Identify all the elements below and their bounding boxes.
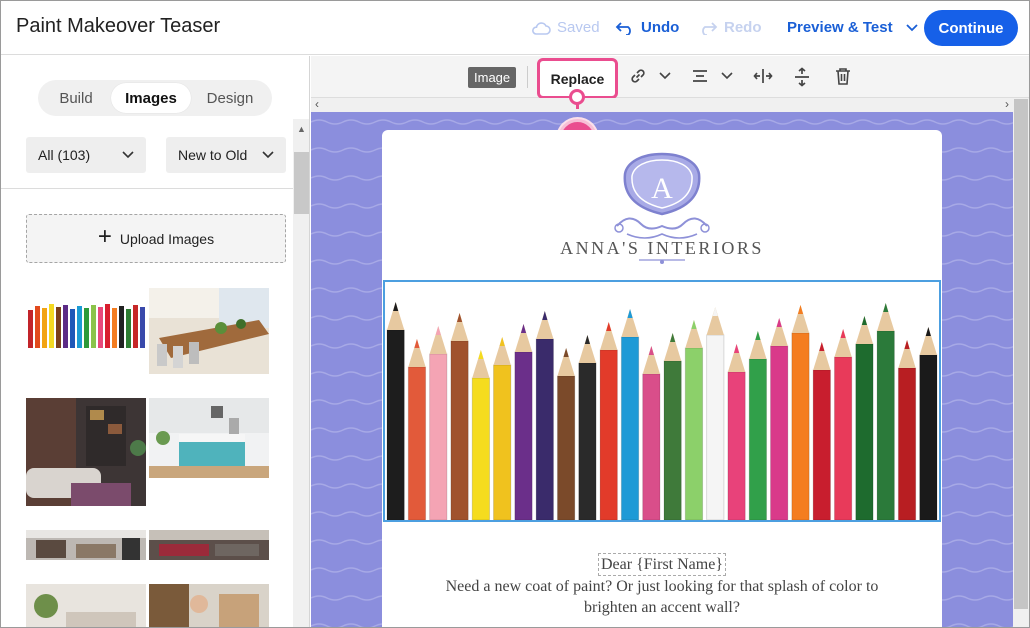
brand-name: ANNA'S INTERIORS: [560, 238, 764, 258]
body-line-1: Need a new coat of paint? Or just lookin…: [445, 578, 879, 595]
chevron-down-icon: [659, 72, 671, 80]
scroll-left-icon[interactable]: ‹: [315, 97, 319, 111]
upload-label: Upload Images: [119, 230, 215, 247]
images-panel: Build Images Design All (103) New to Old…: [1, 56, 310, 628]
link-icon: [631, 69, 645, 83]
pencil: [833, 329, 853, 520]
pencil: [407, 339, 427, 520]
pencil: [578, 335, 597, 520]
chevron-down-icon: [721, 72, 733, 80]
tab-images[interactable]: Images: [111, 83, 191, 113]
pencil: [556, 348, 576, 520]
height-icon: [795, 67, 809, 87]
image-thumb-living-room[interactable]: [26, 398, 146, 506]
pencil: [812, 342, 831, 520]
pencil: [450, 313, 469, 520]
pencil: [791, 305, 810, 520]
undo-button[interactable]: Undo: [615, 19, 679, 36]
panel-tabs: Build Images Design: [38, 80, 272, 116]
align-center-icon: [693, 70, 707, 82]
pencil: [919, 327, 938, 520]
image-thumb-pencils[interactable]: [26, 296, 146, 348]
sort-select[interactable]: New to Old: [166, 137, 286, 173]
width-icon: [753, 69, 773, 83]
callout-anchor-dot: [569, 89, 585, 105]
toolbar-separator: [527, 66, 528, 88]
top-header: Paint Makeover Teaser Saved Undo Redo Pr…: [1, 1, 1029, 55]
pencil: [386, 302, 405, 520]
preview-label: Preview & Test: [787, 19, 893, 36]
undo-label: Undo: [641, 19, 680, 36]
saved-label: Saved: [557, 19, 600, 36]
cloud-icon: [532, 21, 551, 35]
align-button[interactable]: [691, 67, 733, 85]
redo-button[interactable]: Redo: [698, 19, 762, 36]
filter-all-select[interactable]: All (103): [26, 137, 146, 173]
scroll-right-icon[interactable]: ›: [1005, 97, 1009, 111]
body-line-2: brighten an accent wall?: [584, 599, 740, 616]
pencil: [770, 318, 789, 520]
colored-pencils-image: [385, 282, 939, 520]
image-thumb-room-3[interactable]: [26, 530, 146, 560]
crest-letter: A: [651, 172, 673, 205]
panel-scroll-thumb[interactable]: [294, 152, 309, 214]
app-window: Paint Makeover Teaser Saved Undo Redo Pr…: [0, 0, 1030, 628]
pencil: [748, 331, 768, 520]
chevron-down-icon: [122, 151, 134, 159]
logo-block[interactable]: A ANNA'S INTERIORS: [382, 130, 942, 278]
tab-design[interactable]: Design: [191, 83, 269, 113]
hero-image-selected[interactable]: [383, 280, 941, 522]
sort-label: New to Old: [178, 147, 248, 163]
image-thumb-room-5[interactable]: [26, 584, 146, 628]
preview-test-button[interactable]: Preview & Test: [787, 19, 919, 36]
saved-status: Saved: [531, 19, 600, 36]
pencil: [855, 316, 874, 520]
upload-images-button[interactable]: + Upload Images: [26, 214, 286, 263]
scroll-up-icon[interactable]: ▲: [293, 121, 309, 137]
image-thumb-bedroom[interactable]: [149, 398, 269, 478]
chevron-down-icon: [262, 151, 274, 159]
panel-divider: [1, 188, 293, 189]
tab-build[interactable]: Build: [41, 83, 111, 113]
image-thumb-room-4[interactable]: [149, 530, 269, 560]
delete-button[interactable]: [835, 67, 851, 85]
continue-button[interactable]: Continue: [924, 10, 1018, 46]
pencil: [727, 344, 746, 520]
pencil: [876, 303, 895, 520]
undo-icon: [615, 21, 631, 35]
canvas-scroll-thumb[interactable]: [1014, 99, 1028, 609]
pencil: [599, 322, 618, 520]
horizontal-scrollbar[interactable]: ‹ ›: [311, 97, 1029, 112]
email-text-block[interactable]: Dear {First Name} Need a new coat of pai…: [382, 553, 942, 618]
pencil: [471, 350, 491, 520]
pencil: [535, 311, 554, 520]
width-button[interactable]: [753, 67, 773, 85]
link-button[interactable]: [629, 67, 671, 85]
pencil: [620, 309, 640, 520]
chevron-down-icon: [905, 23, 918, 31]
pencil: [684, 320, 704, 520]
pencil: [706, 307, 725, 520]
filter-all-label: All (103): [38, 147, 91, 163]
pencil: [642, 346, 661, 520]
element-type-tag: Image: [468, 67, 517, 88]
trash-icon: [836, 68, 850, 85]
page-title: Paint Makeover Teaser: [16, 15, 221, 37]
pencil: [429, 326, 448, 520]
redo-label: Redo: [724, 19, 762, 36]
pencil: [663, 333, 682, 520]
pencil: [493, 337, 512, 520]
pencil: [514, 324, 533, 520]
pencil: [897, 340, 917, 520]
image-thumb-room-6[interactable]: [149, 584, 269, 628]
email-body: A ANNA'S INTERIORS Dear {First Name} Nee…: [382, 130, 942, 627]
plus-icon: +: [97, 223, 112, 250]
image-toolbar: Image Replace: [311, 56, 1029, 99]
greeting-merge-field[interactable]: Dear {First Name}: [598, 553, 726, 576]
height-button[interactable]: [793, 67, 811, 87]
image-thumb-dining-room[interactable]: [149, 288, 269, 374]
redo-icon: [702, 21, 718, 35]
